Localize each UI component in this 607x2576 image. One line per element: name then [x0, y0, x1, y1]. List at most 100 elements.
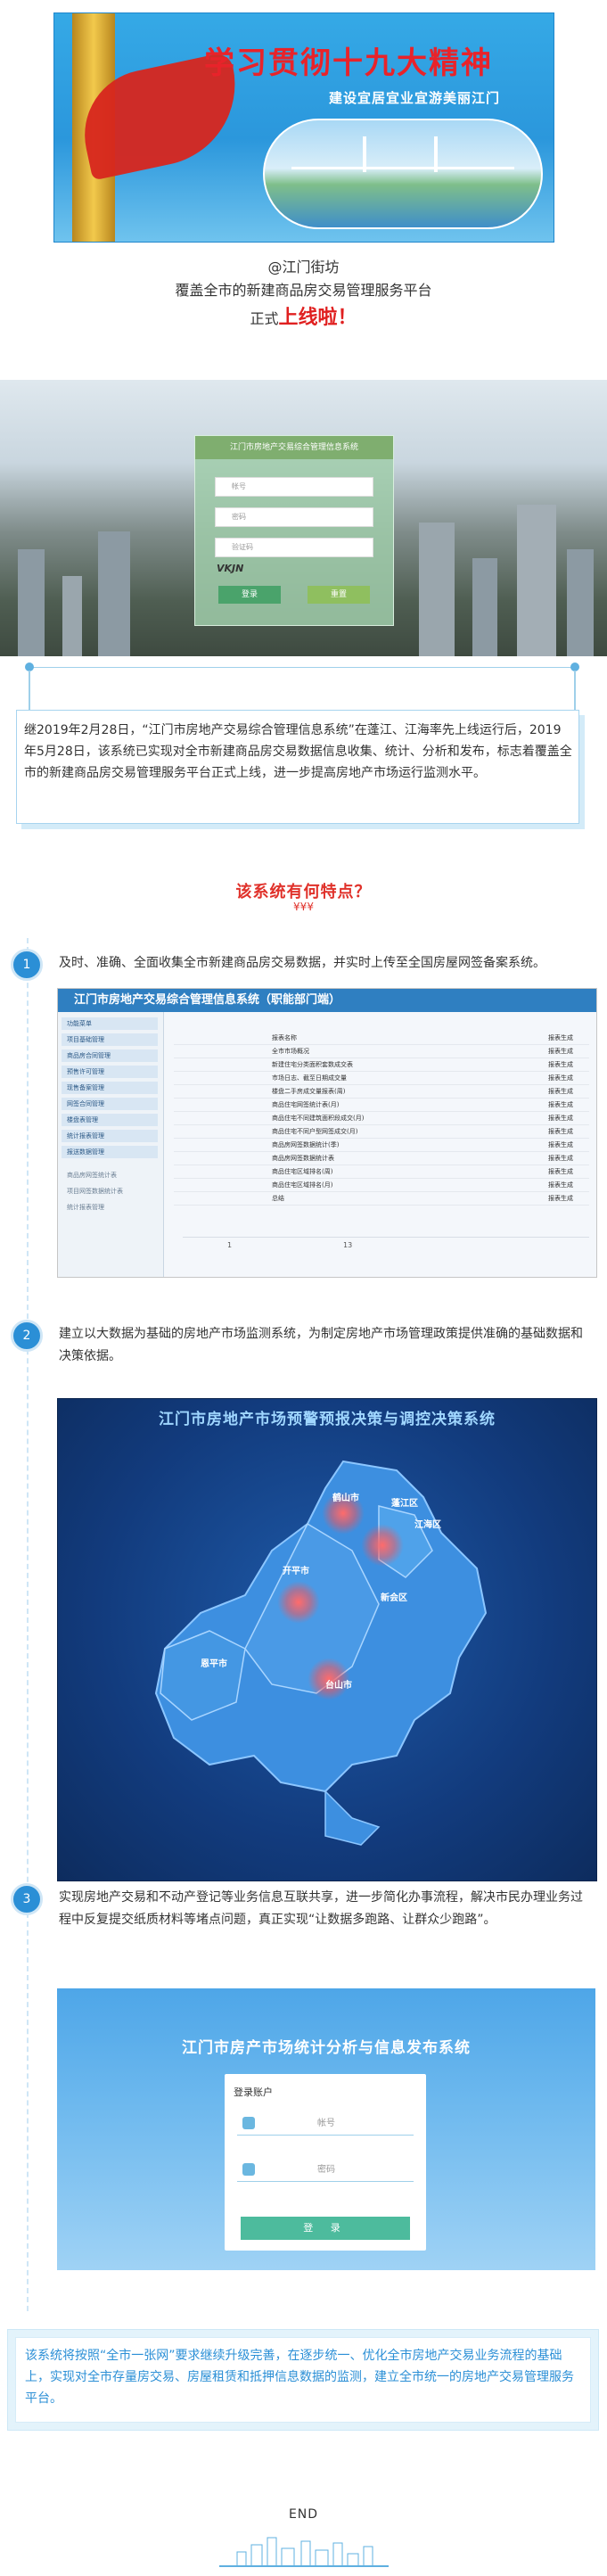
table-cell: 报表生成 — [548, 1141, 573, 1148]
table-cell: 商品住宅区域排名(月) — [272, 1181, 333, 1189]
table-pager: 1 13 — [183, 1237, 589, 1254]
table-cell: 报表生成 — [548, 1061, 573, 1068]
system-sidebar: 功能菜单 项目基础管理 商品房合同管理 预售许可管理 现售备案管理 网签合同管理… — [58, 1012, 164, 1277]
feature-text-1: 及时、准确、全面收集全市新建商品房交易数据，并实时上传至全国房屋网签备案系统。 — [59, 956, 545, 970]
table-row[interactable]: 商品房网签数据统计表 报表生成 — [174, 1152, 589, 1165]
intro-paragraph-box: 继2019年2月28日，“江门市房地产交易综合管理信息系统”在蓬江、江海率先上线… — [16, 710, 579, 824]
username-field[interactable]: 帐号 — [237, 2113, 414, 2136]
features-heading: 该系统有何特点？ — [235, 883, 372, 901]
system-title: 江门市房地产交易综合管理信息系统（职能部门端） — [58, 989, 596, 1012]
table-cell: 报表生成 — [548, 1074, 573, 1082]
password-placeholder: 密码 — [317, 2165, 335, 2175]
login-card: 登录账户 帐号 密码 登 录 — [225, 2074, 426, 2251]
table-row[interactable]: 市场日志、截至日期成交量 报表生成 — [174, 1072, 589, 1085]
sidebar-item[interactable]: 商品房合同管理 — [62, 1049, 158, 1062]
page-number[interactable]: 1 — [227, 1238, 232, 1254]
table-row[interactable]: 商品住宅网签统计表(月) 报表生成 — [174, 1099, 589, 1112]
sidebar-sublink[interactable]: 统计报表管理 — [67, 1203, 104, 1212]
sidebar-sublink[interactable]: 项目网签数据统计表 — [67, 1187, 123, 1196]
table-cell: 商品住宅区域排名(周) — [272, 1168, 333, 1175]
sidebar-item[interactable]: 项目基础管理 — [62, 1033, 158, 1046]
sidebar-item[interactable]: 预售许可管理 — [62, 1066, 158, 1078]
reset-button[interactable]: 重置 — [308, 586, 370, 604]
feature-text-3: 实现房地产交易和不动产登记等业务信息互联共享，进一步简化办事流程，解决市民办理业… — [59, 1890, 583, 1927]
feature-number-1: 1 — [11, 949, 43, 981]
heat-spot — [277, 1581, 320, 1624]
table-row[interactable]: 全市市场概况 报表生成 — [174, 1045, 589, 1058]
table-row[interactable]: 商品住宅区域排名(周) 报表生成 — [174, 1165, 589, 1179]
table-cell: 商品住宅网签统计表(月) — [272, 1101, 340, 1108]
sidebar-item[interactable]: 楼盘表管理 — [62, 1114, 158, 1126]
login-card-title: 登录账户 — [234, 2086, 273, 2098]
table-cell: 报表生成 — [548, 1101, 573, 1108]
end-label: END — [288, 2507, 319, 2522]
table-row[interactable]: 商品住宅不同户型网签成交(月) 报表生成 — [174, 1125, 589, 1139]
feature-number-3: 3 — [11, 1883, 43, 1915]
table-cell: 商品房网签数据统计(季) — [272, 1141, 340, 1148]
bridge-photo — [263, 119, 543, 229]
table-row[interactable]: 商品住宅不同建筑面积段成交(月) 报表生成 — [174, 1112, 589, 1125]
table-row[interactable]: 楼盘二手房成交量报表(周) 报表生成 — [174, 1085, 589, 1099]
table-cell: 报表生成 — [548, 1128, 573, 1135]
intro-prefix: 正式 — [250, 310, 279, 327]
city-label: 恩平市 — [201, 1659, 227, 1669]
intro-launch-line: 正式上线啦！ — [0, 301, 607, 330]
feature-rail — [27, 938, 29, 2311]
table-cell: 楼盘二手房成交量报表(周) — [272, 1088, 346, 1095]
page-size-select[interactable]: 13 — [343, 1238, 352, 1254]
table-row[interactable]: 商品房网签数据统计(季) 报表生成 — [174, 1139, 589, 1152]
table-cell: 报表生成 — [548, 1181, 573, 1189]
table-cell: 报表生成 — [548, 1115, 573, 1122]
sidebar-item[interactable]: 功能菜单 — [62, 1017, 158, 1030]
feature-number-2: 2 — [11, 1320, 43, 1352]
features-arrows: ¥¥¥ — [293, 901, 314, 913]
login-panel-title: 江门市房地产交易综合管理信息系统 — [195, 436, 393, 459]
captcha-image: VKJN — [217, 563, 244, 574]
table-cell: 市场日志、截至日期成交量 — [272, 1074, 347, 1082]
username-field[interactable]: 帐号 — [215, 477, 373, 497]
table-cell: 新建住宅分类面积套数成交表 — [272, 1061, 353, 1068]
skyline-icon — [219, 2537, 389, 2567]
city-label: 蓬江区 — [391, 1499, 418, 1509]
login-button[interactable]: 登 录 — [241, 2217, 410, 2240]
banner-title: 学习贯彻十九大精神 — [204, 45, 493, 81]
password-field[interactable]: 密码 — [237, 2160, 414, 2182]
user-icon — [242, 2117, 255, 2129]
author-handle: @江门街坊 — [267, 259, 340, 276]
monitoring-map-screenshot: 江门市房地产市场预警预报决策与调控决策系统 鹤山市 蓬江区 江海区 开平市 新会… — [57, 1398, 597, 1881]
stat-login-screenshot: 江门市房产市场统计分析与信息发布系统 登录账户 帐号 密码 登 录 — [57, 1988, 595, 2270]
city-label: 江海区 — [414, 1520, 441, 1530]
banner-subtitle: 建设宜居宜业宜游美丽江门 — [329, 90, 501, 106]
login-button[interactable]: 登录 — [218, 586, 281, 604]
table-row[interactable]: 新建住宅分类面积套数成交表 报表生成 — [174, 1058, 589, 1072]
sidebar-item[interactable]: 统计报表管理 — [62, 1130, 158, 1142]
table-row[interactable]: 总结 报表生成 — [174, 1192, 589, 1206]
username-placeholder: 帐号 — [317, 2119, 335, 2128]
table-row[interactable]: 商品住宅区域排名(月) 报表生成 — [174, 1179, 589, 1192]
intro-line: 覆盖全市的新建商品房交易管理服务平台 — [175, 282, 432, 299]
lock-icon — [242, 2163, 255, 2176]
closing-paragraph-box: 该系统将按照“全市一张网”要求继续升级完善，在逐步统一、优化全市房地产交易业务流… — [7, 2329, 599, 2431]
feature-text-2: 建立以大数据为基础的房地产市场监测系统，为制定房地产市场管理政策提供准确的基础数… — [59, 1327, 583, 1363]
table-cell: 报表生成 — [548, 1155, 573, 1162]
table-cell: 总结 — [272, 1195, 284, 1202]
city-label: 新会区 — [381, 1593, 407, 1603]
sidebar-item[interactable]: 现售备案管理 — [62, 1082, 158, 1094]
system-screenshot: 江门市房地产交易综合管理信息系统（职能部门端） 功能菜单 项目基础管理 商品房合… — [57, 988, 597, 1278]
sidebar-item[interactable]: 报送数据管理 — [62, 1146, 158, 1158]
divider-line — [29, 667, 575, 668]
sidebar-item[interactable]: 网签合同管理 — [62, 1098, 158, 1110]
banner-image: 学习贯彻十九大精神 建设宜居宜业宜游美丽江门 — [53, 12, 554, 243]
closing-paragraph: 该系统将按照“全市一张网”要求继续升级完善，在逐步统一、优化全市房地产交易业务流… — [25, 2349, 574, 2406]
city-label: 台山市 — [325, 1681, 352, 1691]
password-field[interactable]: 密码 — [215, 507, 373, 527]
jiangmen-map — [154, 1460, 488, 1846]
heat-spot — [361, 1524, 404, 1567]
table-cell: 商品住宅不同户型网签成交(月) — [272, 1128, 358, 1135]
captcha-field[interactable]: 验证码 — [215, 538, 373, 557]
login-panel: 江门市房地产交易综合管理信息系统 帐号 密码 验证码 VKJN 登录 重置 — [194, 435, 394, 626]
sidebar-sublink[interactable]: 商品房网签统计表 — [67, 1171, 117, 1180]
city-label: 鹤山市 — [332, 1494, 359, 1503]
stat-system-title: 江门市房产市场统计分析与信息发布系统 — [182, 2039, 471, 2057]
city-label: 开平市 — [283, 1567, 309, 1576]
